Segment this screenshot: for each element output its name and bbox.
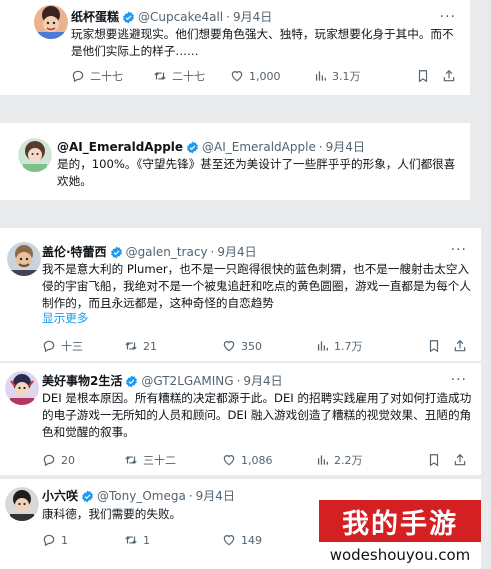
avatar[interactable]: [5, 371, 39, 405]
retweet-button[interactable]: 1: [124, 533, 222, 547]
verified-badge-icon: [81, 490, 94, 503]
bookmark-icon[interactable]: [416, 69, 430, 83]
like-count: 1,086: [241, 453, 273, 467]
heart-icon: [222, 533, 236, 547]
tweet-date[interactable]: 9月4日: [196, 488, 235, 504]
share-icon[interactable]: [442, 69, 456, 83]
separator-dot: ·: [318, 140, 323, 154]
tweet-card[interactable]: 美好事物2生活 @GT2LGAMING · 9月4日 ··· DEI 是根本原因…: [0, 363, 481, 475]
more-options-icon[interactable]: ···: [451, 242, 467, 258]
more-options-icon[interactable]: ···: [451, 372, 467, 388]
share-icon[interactable]: [453, 339, 467, 353]
tweet-date[interactable]: 9月4日: [326, 139, 365, 155]
display-name[interactable]: 美好事物2生活: [42, 373, 122, 389]
retweet-button[interactable]: 21: [124, 339, 222, 353]
like-button[interactable]: 1,086: [222, 453, 315, 467]
like-count: 1,000: [249, 69, 281, 83]
verified-badge-icon: [110, 246, 123, 259]
bar-chart-icon: [315, 339, 329, 353]
separator-dot: ·: [236, 374, 241, 388]
bookmark-icon[interactable]: [427, 339, 441, 353]
bar-chart-icon: [313, 69, 327, 83]
retweet-count: 1: [143, 533, 150, 547]
tweet-card[interactable]: 盖伦·特蕾西 @galen_tracy · 9月4日 ··· 我不是意大利的 P…: [0, 228, 481, 361]
reply-count: 二十七: [90, 70, 123, 83]
tweet-date[interactable]: 9月4日: [243, 373, 282, 389]
like-button[interactable]: 1,000: [230, 69, 313, 83]
like-count: 149: [241, 533, 262, 547]
watermark-url: wodeshouyou.com: [329, 546, 471, 564]
verified-badge-icon: [125, 375, 138, 388]
avatar[interactable]: [5, 487, 39, 521]
views-button[interactable]: 3.1万: [313, 68, 401, 84]
share-icon[interactable]: [453, 453, 467, 467]
tweet-text: 康科德，我们需要的失败。: [42, 507, 182, 521]
tweet-text: DEI 是根本原因。所有糟糕的决定都源于此。DEI 的招聘实践雇用了对如何打造成…: [42, 391, 472, 439]
user-handle[interactable]: @galen_tracy: [126, 244, 208, 260]
reply-count: 1: [61, 533, 68, 547]
user-handle[interactable]: @Cupcake4all: [138, 9, 223, 25]
reply-icon: [42, 339, 56, 353]
view-count: 2.2万: [334, 454, 363, 467]
heart-icon: [222, 453, 236, 467]
view-count: 1.7万: [334, 340, 363, 353]
heart-icon: [222, 339, 236, 353]
retweet-icon: [124, 339, 138, 353]
retweet-count: 21: [143, 339, 157, 353]
like-button[interactable]: 350: [222, 339, 315, 353]
reply-button[interactable]: 二十七: [71, 68, 153, 84]
display-name[interactable]: 纸杯蛋糕: [71, 9, 119, 25]
bar-chart-icon: [315, 453, 329, 467]
retweet-icon: [153, 69, 167, 83]
retweet-count: 三十二: [143, 454, 176, 467]
tweet-date[interactable]: 9月4日: [217, 244, 256, 260]
avatar[interactable]: [7, 242, 41, 276]
separator-dot: ·: [226, 10, 230, 24]
heart-icon: [230, 69, 244, 83]
retweet-icon: [124, 453, 138, 467]
user-handle[interactable]: @Tony_Omega: [97, 488, 186, 504]
tweet-text: 我不是意大利的 Plumer，也不是一只跑得很快的蓝色刺猬，也不是一艘射击太空入…: [42, 262, 471, 310]
verified-badge-icon: [186, 141, 199, 154]
reply-button[interactable]: 20: [42, 453, 124, 467]
reply-icon: [42, 453, 56, 467]
show-more-link[interactable]: 显示更多: [42, 310, 88, 326]
user-handle[interactable]: @AI_EmeraldApple: [202, 139, 316, 155]
user-handle[interactable]: @GT2LGAMING: [141, 373, 233, 389]
views-button[interactable]: 1.7万: [315, 338, 403, 354]
like-count: 350: [241, 339, 262, 353]
reply-icon: [71, 69, 85, 83]
avatar[interactable]: [34, 5, 68, 39]
display-name[interactable]: 小六咲: [42, 488, 78, 504]
like-button[interactable]: 149: [222, 533, 302, 547]
retweet-button[interactable]: 二十七: [153, 68, 230, 84]
more-options-icon[interactable]: ···: [440, 9, 456, 25]
tweet-card[interactable]: 纸杯蛋糕 @Cupcake4all · 9月4日 ··· 玩家想要逃避现实。他们…: [0, 0, 470, 95]
tweet-text: 玩家想要逃避现实。他们想要角色强大、独特，玩家想要化身于其中。而不是他们实际上的…: [71, 27, 454, 58]
retweet-icon: [124, 533, 138, 547]
display-name[interactable]: 盖伦·特蕾西: [42, 244, 107, 260]
views-button[interactable]: 2.2万: [315, 452, 403, 468]
bookmark-icon[interactable]: [427, 453, 441, 467]
tweet-date[interactable]: 9月4日: [233, 9, 272, 25]
verified-badge-icon: [122, 11, 135, 24]
watermark-logo: 我的手游: [319, 500, 481, 542]
reply-button[interactable]: 1: [42, 533, 124, 547]
avatar[interactable]: [18, 138, 52, 172]
tweet-card[interactable]: @AI_EmeraldApple @AI_EmeraldApple · 9月4日…: [0, 123, 470, 200]
retweet-button[interactable]: 三十二: [124, 452, 222, 468]
reply-count: 20: [61, 453, 75, 467]
reply-count: 十三: [61, 340, 83, 353]
reply-button[interactable]: 十三: [42, 338, 124, 354]
display-name[interactable]: @AI_EmeraldApple: [57, 139, 183, 155]
reply-icon: [42, 533, 56, 547]
retweet-count: 二十七: [172, 70, 205, 83]
tweet-text: 是的，100%。《守望先锋》甚至还为美设计了一些胖乎乎的形象，人们都很喜欢她。: [57, 157, 456, 188]
separator-dot: ·: [188, 489, 193, 503]
separator-dot: ·: [210, 245, 215, 259]
view-count: 3.1万: [332, 70, 361, 83]
